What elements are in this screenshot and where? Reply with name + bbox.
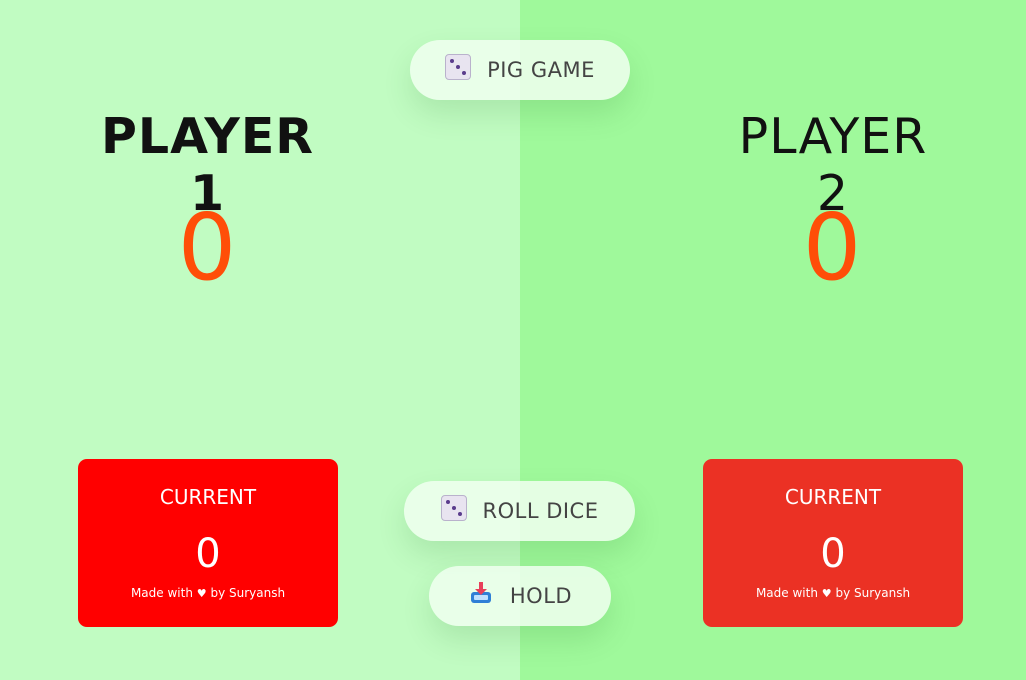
hold-button[interactable]: HOLD [429,566,611,626]
player-1-score: 0 [177,194,237,301]
credit-prefix: Made with [755,586,818,600]
player-2-current-box: CURRENT 0 Made with ♥ by Suryansh [703,459,963,627]
roll-dice-label: ROLL DICE [482,499,599,523]
new-game-button[interactable]: PIG GAME [410,40,630,100]
player-2-credit: Made with ♥ by Suryansh [703,585,963,602]
heart-icon: ♥ [196,587,207,600]
heart-icon: ♥ [821,587,832,600]
dice-icon [440,495,467,527]
player-1-current-box: CURRENT 0 Made with ♥ by Suryansh [78,459,338,627]
player-2-score: 0 [802,194,862,301]
player-1-current-label: CURRENT [159,485,257,509]
credit-suffix: by Suryansh [835,586,911,600]
player-2-current-score: 0 [820,531,846,577]
player-2-current-label: CURRENT [784,485,882,509]
player-1-current-score: 0 [195,531,221,577]
dice-icon [445,54,472,86]
credit-suffix: by Suryansh [210,586,286,600]
hold-label: HOLD [509,584,573,608]
inbox-tray-icon [468,580,494,612]
player-1-credit: Made with ♥ by Suryansh [78,585,338,602]
roll-dice-button[interactable]: ROLL DICE [404,481,635,541]
new-game-label: PIG GAME [487,58,595,82]
credit-prefix: Made with [130,586,193,600]
